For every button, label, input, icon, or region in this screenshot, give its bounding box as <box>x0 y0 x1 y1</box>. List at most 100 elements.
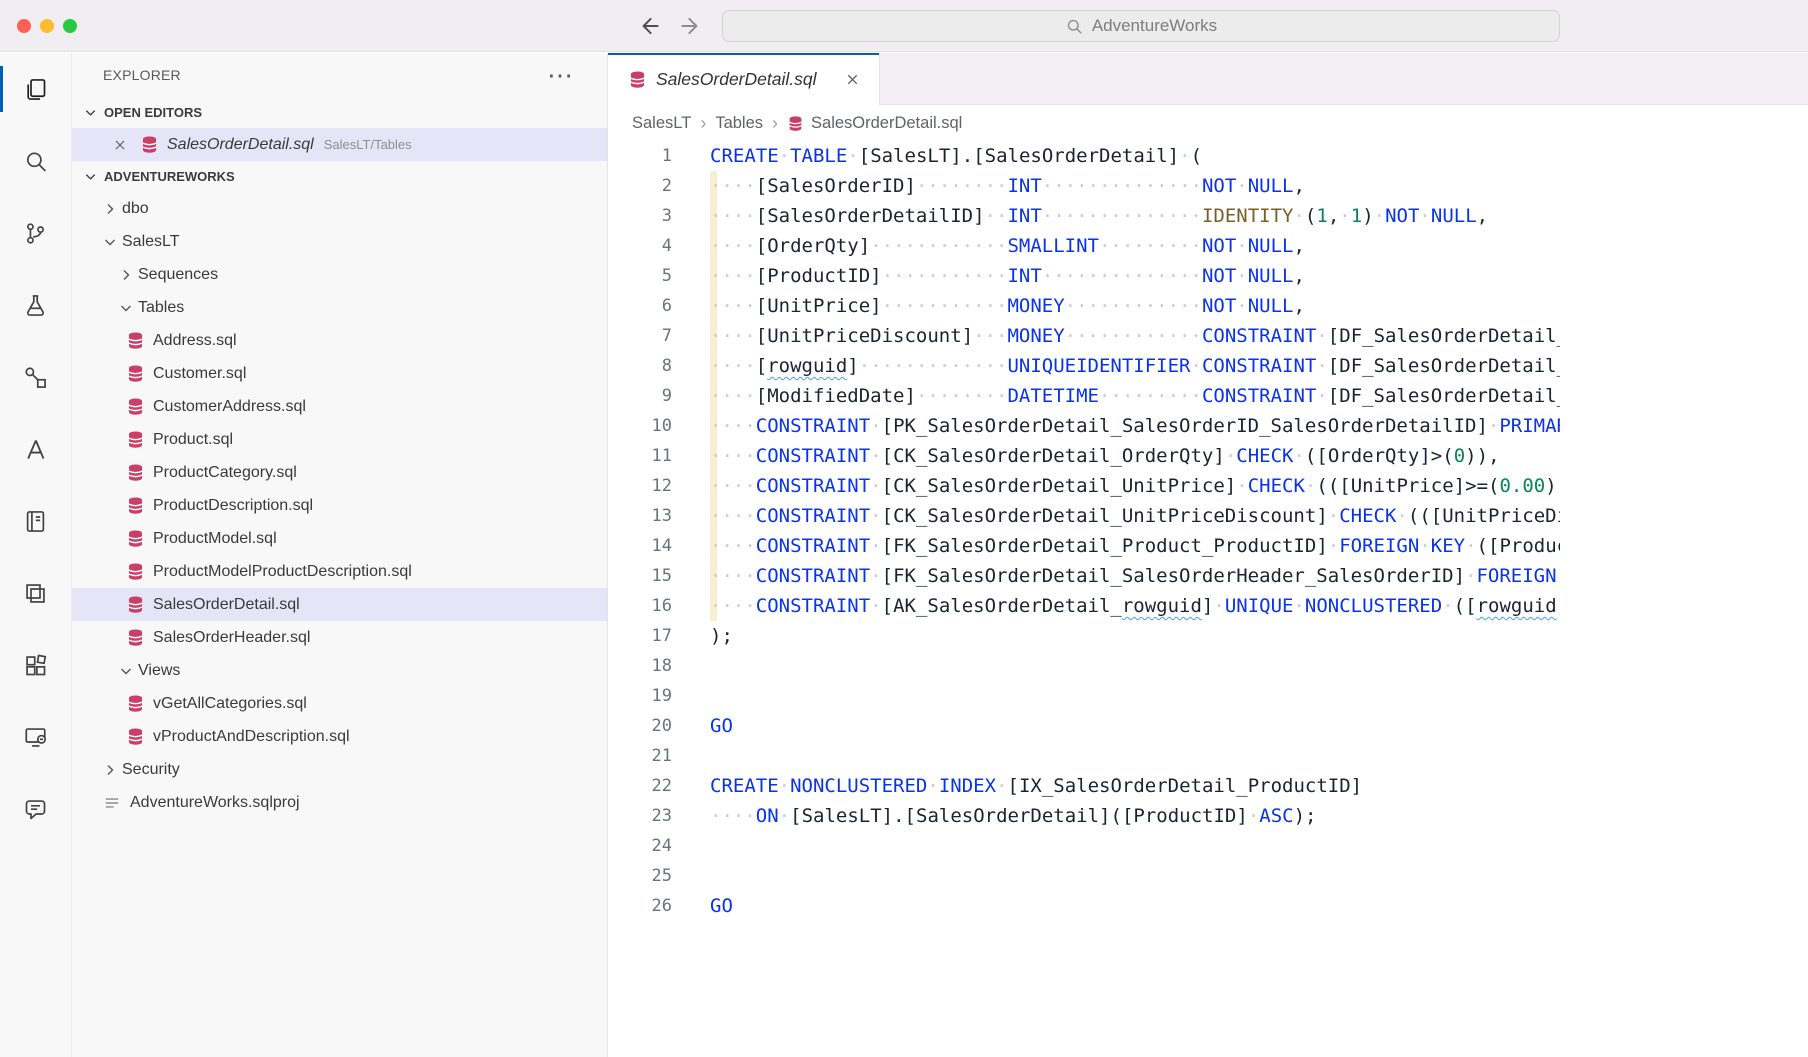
minimize-window-button[interactable] <box>40 19 54 33</box>
line-number: 16 <box>608 591 672 621</box>
code-line-22[interactable]: 22CREATE·NONCLUSTERED·INDEX·[IX_SalesOrd… <box>608 771 1560 801</box>
code-line-9[interactable]: 9····[ModifiedDate]········DATETIME·····… <box>608 381 1560 411</box>
close-tab-icon[interactable] <box>844 71 861 88</box>
tree-item-vproductanddescription-sql[interactable]: vProductAndDescription.sql <box>72 720 607 753</box>
extensions-icon[interactable] <box>0 629 71 701</box>
search-icon[interactable] <box>0 125 71 197</box>
line-number: 19 <box>608 681 672 711</box>
close-editor-icon[interactable] <box>112 137 128 153</box>
code-line-21[interactable]: 21 <box>608 741 1560 771</box>
beaker-icon[interactable] <box>0 269 71 341</box>
code-line-18[interactable]: 18 <box>608 651 1560 681</box>
azure-icon[interactable] <box>0 413 71 485</box>
chevron-right-icon <box>102 762 118 778</box>
forward-arrow-icon[interactable] <box>678 13 704 39</box>
sidebar-header: EXPLORER ⋯ <box>72 53 607 97</box>
code-line-1[interactable]: 1CREATE·TABLE·[SalesLT].[SalesOrderDetai… <box>608 141 1560 171</box>
database-icon <box>126 628 145 647</box>
more-actions-icon[interactable]: ⋯ <box>547 70 573 80</box>
zoom-window-button[interactable] <box>63 19 77 33</box>
tree-item-vgetallcategories-sql[interactable]: vGetAllCategories.sql <box>72 687 607 720</box>
tree-item-customer-sql[interactable]: Customer.sql <box>72 357 607 390</box>
code-line-12[interactable]: 12····CONSTRAINT·[CK_SalesOrderDetail_Un… <box>608 471 1560 501</box>
line-number: 5 <box>608 261 672 291</box>
tab-bar: SalesOrderDetail.sql <box>608 53 1808 105</box>
code-line-6[interactable]: 6····[UnitPrice]···········MONEY········… <box>608 291 1560 321</box>
tree-item-address-sql[interactable]: Address.sql <box>72 324 607 357</box>
back-arrow-icon[interactable] <box>636 13 662 39</box>
tree-item-saleslt[interactable]: SalesLT <box>72 225 607 258</box>
line-number: 11 <box>608 441 672 471</box>
line-number: 26 <box>608 891 672 921</box>
chevron-right-icon <box>118 267 134 283</box>
tree-item-views[interactable]: Views <box>72 654 607 687</box>
close-window-button[interactable] <box>17 19 31 33</box>
explorer-title: EXPLORER <box>103 67 181 83</box>
code-line-17[interactable]: 17); <box>608 621 1560 651</box>
code-line-24[interactable]: 24 <box>608 831 1560 861</box>
code-line-2[interactable]: 2····[SalesOrderID]········INT··········… <box>608 171 1560 201</box>
database-icon <box>126 364 145 383</box>
chevron-down-icon <box>102 234 118 250</box>
tree-item-sequences[interactable]: Sequences <box>72 258 607 291</box>
remote-explorer-icon[interactable] <box>0 701 71 773</box>
database-icon <box>126 529 145 548</box>
tree-item-productdescription-sql[interactable]: ProductDescription.sql <box>72 489 607 522</box>
notebook-icon[interactable] <box>0 485 71 557</box>
code-line-10[interactable]: 10····CONSTRAINT·[PK_SalesOrderDetail_Sa… <box>608 411 1560 441</box>
code-line-14[interactable]: 14····CONSTRAINT·[FK_SalesOrderDetail_Pr… <box>608 531 1560 561</box>
code-line-15[interactable]: 15····CONSTRAINT·[FK_SalesOrderDetail_Sa… <box>608 561 1560 591</box>
code-line-23[interactable]: 23····ON·[SalesLT].[SalesOrderDetail]([P… <box>608 801 1560 831</box>
code-line-20[interactable]: 20GO <box>608 711 1560 741</box>
database-icon <box>140 135 159 154</box>
line-number: 4 <box>608 231 672 261</box>
database-icon <box>628 70 647 89</box>
open-editors-header[interactable]: OPEN EDITORS <box>72 97 607 128</box>
line-number: 21 <box>608 741 672 771</box>
tree-item-adventureworks-sqlproj[interactable]: AdventureWorks.sqlproj <box>72 786 607 819</box>
code-editor[interactable]: 1CREATE·TABLE·[SalesLT].[SalesOrderDetai… <box>608 141 1808 1057</box>
tree-item-productcategory-sql[interactable]: ProductCategory.sql <box>72 456 607 489</box>
windows-icon[interactable] <box>0 557 71 629</box>
tree-item-customeraddress-sql[interactable]: CustomerAddress.sql <box>72 390 607 423</box>
breadcrumb-item-saleslt[interactable]: SalesLT <box>632 114 691 133</box>
project-header[interactable]: ADVENTUREWORKS <box>72 161 607 192</box>
comments-icon[interactable] <box>0 773 71 845</box>
code-line-11[interactable]: 11····CONSTRAINT·[CK_SalesOrderDetail_Or… <box>608 441 1560 471</box>
database-projects-icon[interactable] <box>0 341 71 413</box>
code-line-5[interactable]: 5····[ProductID]···········INT··········… <box>608 261 1560 291</box>
code-line-13[interactable]: 13····CONSTRAINT·[CK_SalesOrderDetail_Un… <box>608 501 1560 531</box>
code-line-16[interactable]: 16····CONSTRAINT·[AK_SalesOrderDetail_ro… <box>608 591 1560 621</box>
chevron-down-icon <box>83 169 99 185</box>
tree-item-salesorderheader-sql[interactable]: SalesOrderHeader.sql <box>72 621 607 654</box>
tree-item-product-sql[interactable]: Product.sql <box>72 423 607 456</box>
tree-item-dbo[interactable]: dbo <box>72 192 607 225</box>
tree-item-security[interactable]: Security <box>72 753 607 786</box>
code-line-26[interactable]: 26GO <box>608 891 1560 921</box>
command-center-search[interactable]: AdventureWorks <box>722 10 1560 42</box>
tree-item-salesorderdetail-sql[interactable]: SalesOrderDetail.sql <box>72 588 607 621</box>
breadcrumb-item-salesorderdetail-sql[interactable]: SalesOrderDetail.sql <box>787 114 962 133</box>
tree-item-productmodel-sql[interactable]: ProductModel.sql <box>72 522 607 555</box>
breadcrumb-item-tables[interactable]: Tables <box>715 114 763 133</box>
tree-item-tables[interactable]: Tables <box>72 291 607 324</box>
tab-salesorderdetail[interactable]: SalesOrderDetail.sql <box>608 53 880 105</box>
code-line-19[interactable]: 19 <box>608 681 1560 711</box>
source-control-icon[interactable] <box>0 197 71 269</box>
line-number: 8 <box>608 351 672 381</box>
files-icon[interactable] <box>0 53 71 125</box>
tree-item-productmodelproductdescription-sql[interactable]: ProductModelProductDescription.sql <box>72 555 607 588</box>
line-number: 3 <box>608 201 672 231</box>
code-line-3[interactable]: 3····[SalesOrderDetailID]··INT··········… <box>608 201 1560 231</box>
database-icon <box>126 562 145 581</box>
project-file-icon <box>103 793 122 812</box>
line-number: 15 <box>608 561 672 591</box>
activity-bar <box>0 53 72 1057</box>
code-line-8[interactable]: 8····[rowguid]·············UNIQUEIDENTIF… <box>608 351 1560 381</box>
code-line-4[interactable]: 4····[OrderQty]············SMALLINT·····… <box>608 231 1560 261</box>
line-number: 24 <box>608 831 672 861</box>
code-line-7[interactable]: 7····[UnitPriceDiscount]···MONEY········… <box>608 321 1560 351</box>
line-number: 12 <box>608 471 672 501</box>
code-line-25[interactable]: 25 <box>608 861 1560 891</box>
open-editor-item[interactable]: SalesOrderDetail.sqlSalesLT/Tables <box>72 128 607 161</box>
